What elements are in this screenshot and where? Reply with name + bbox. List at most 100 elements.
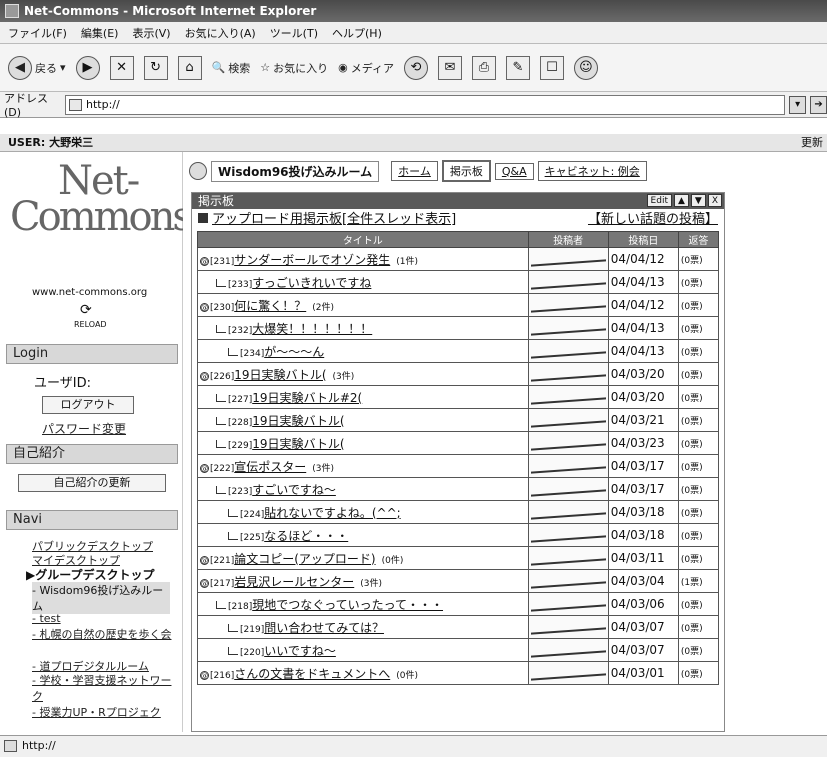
tab-bulletin-board[interactable]: 掲示板 — [441, 160, 491, 182]
panel-down-icon[interactable]: ▼ — [690, 194, 706, 207]
navi-sapporo-nature[interactable]: - 札幌の自然の歴史を歩く会 — [32, 626, 172, 642]
menu-file[interactable]: ファイル(F) — [8, 25, 67, 41]
title-cell[interactable]: @ [217]岩見沢レールセンター (3件) — [197, 569, 529, 593]
title-cell[interactable]: @ [226]19日実験バトル((3件) — [197, 362, 529, 386]
mail-icon[interactable]: ✉ — [437, 55, 462, 80]
post-title[interactable]: 19日実験バトル( — [252, 414, 344, 428]
navi-test[interactable]: - test — [32, 612, 61, 625]
navi-jugyoryoku[interactable]: - 授業力UP・Rプロジェク — [32, 704, 161, 720]
new-topic-link[interactable]: 【新しい話題の投稿】 — [588, 209, 718, 231]
title-cell[interactable]: @ [222]宣伝ポスター (3件) — [197, 454, 529, 478]
search-button[interactable]: 🔍 検索 — [212, 60, 251, 76]
table-row[interactable]: [232]大爆笑！！！！！！！ 04/04/13 (0票) — [197, 316, 720, 340]
table-row[interactable]: @ [230]何に驚く！？ (2件) 04/04/12 (0票) — [197, 293, 720, 317]
discuss-icon[interactable]: ☐ — [539, 55, 564, 80]
post-title[interactable]: 19日実験バトル#2( — [252, 391, 362, 405]
forward-arrow-icon[interactable]: ▶ — [75, 55, 100, 80]
post-title[interactable]: 論文コピー(アップロード) — [234, 552, 375, 566]
back-button[interactable]: ◀ 戻る ▾ — [8, 55, 66, 80]
post-title[interactable]: なるほど・・・ — [264, 529, 348, 543]
navi-wisdom96[interactable]: - Wisdom96投げ込みルーム — [32, 582, 170, 614]
password-change-link[interactable]: パスワード変更 — [42, 420, 126, 437]
title-cell[interactable]: [218]現地でつなぐっていったって・・・ — [197, 592, 529, 616]
title-cell[interactable]: @ [231]サンダーボールでオゾン発生 (1件) — [197, 247, 529, 271]
post-title[interactable]: 大爆笑！！！！！！！ — [252, 322, 372, 336]
menu-tools[interactable]: ツール(T) — [270, 25, 318, 41]
address-dropdown-button[interactable]: ▾ — [789, 95, 807, 114]
post-title[interactable]: 19日実験バトル( — [234, 368, 326, 382]
title-cell[interactable]: [229]19日実験バトル( — [197, 431, 529, 455]
go-button[interactable]: ➔ — [810, 95, 827, 114]
post-title[interactable]: サンダーボールでオゾン発生 — [234, 253, 390, 267]
post-title[interactable]: いいですね～ — [264, 644, 336, 658]
post-title[interactable]: 貼れないですよね。(^^; — [264, 506, 400, 520]
post-title[interactable]: 岩見沢レールセンター — [234, 575, 354, 589]
table-row[interactable]: @ [217]岩見沢レールセンター (3件) 04/03/04 (1票) — [197, 569, 720, 593]
address-input[interactable]: http:// — [65, 94, 786, 115]
menu-edit[interactable]: 編集(E) — [81, 25, 119, 41]
post-title[interactable]: 問い合わせてみては？ — [264, 621, 384, 635]
site-url[interactable]: www.net-commons.org — [32, 287, 147, 298]
media-button[interactable]: ◉ メディア — [338, 60, 394, 76]
title-cell[interactable]: [224]貼れないですよね。(^^; — [197, 500, 529, 524]
table-row[interactable]: [229]19日実験バトル(04/03/23 (0票) — [197, 431, 720, 455]
table-row[interactable]: [224]貼れないですよね。(^^; 04/03/18 (0票) — [197, 500, 720, 524]
table-row[interactable]: [218]現地でつなぐっていったって・・・ 04/03/06 (0票) — [197, 592, 720, 616]
post-title[interactable]: が～～～ん — [264, 345, 324, 359]
home-icon[interactable]: ⌂ — [177, 55, 202, 80]
tab-home[interactable]: ホーム — [391, 161, 438, 181]
title-cell[interactable]: [223]すごいですね～ — [197, 477, 529, 501]
table-row[interactable]: [223]すごいですね～ 04/03/17 (0票) — [197, 477, 720, 501]
profile-update-button[interactable]: 自己紹介の更新 — [18, 474, 166, 492]
table-row[interactable]: @ [221]論文コピー(アップロード) (0件) 04/03/11 (0票) — [197, 546, 720, 570]
print-icon[interactable]: ⎙ — [471, 55, 496, 80]
title-cell[interactable]: [220]いいですね～ — [197, 638, 529, 662]
messenger-icon[interactable]: ☺ — [573, 55, 598, 80]
table-row[interactable]: [228]19日実験バトル(04/03/21 (0票) — [197, 408, 720, 432]
refresh-icon[interactable]: ↻ — [143, 55, 168, 80]
table-row[interactable]: @ [231]サンダーボールでオゾン発生 (1件) 04/04/12 (0票) — [197, 247, 720, 271]
table-row[interactable]: [219]問い合わせてみては？ 04/03/07 (0票) — [197, 615, 720, 639]
table-row[interactable]: @ [222]宣伝ポスター (3件) 04/03/17 (0票) — [197, 454, 720, 478]
panel-close-icon[interactable]: X — [707, 194, 722, 207]
table-row[interactable]: [234]が～～～ん 04/04/13 (0票) — [197, 339, 720, 363]
navi-group-desktop[interactable]: ▶グループデスクトップ — [26, 566, 155, 583]
panel-edit-button[interactable]: Edit — [646, 194, 672, 207]
panel-up-icon[interactable]: ▲ — [673, 194, 689, 207]
post-title[interactable]: すごいですね～ — [252, 483, 336, 497]
reload-icon[interactable]: ⟳ — [80, 302, 92, 318]
menu-help[interactable]: ヘルプ(H) — [332, 25, 382, 41]
title-cell[interactable]: [225]なるほど・・・ — [197, 523, 529, 547]
post-title[interactable]: すっごいきれいですね — [252, 276, 371, 290]
stop-icon[interactable]: ✕ — [109, 55, 134, 80]
table-row[interactable]: [220]いいですね～ 04/03/07 (0票) — [197, 638, 720, 662]
menu-view[interactable]: 表示(V) — [132, 25, 170, 41]
title-cell[interactable]: [234]が～～～ん — [197, 339, 529, 363]
table-row[interactable]: [225]なるほど・・・ 04/03/18 (0票) — [197, 523, 720, 547]
title-cell[interactable]: @ [230]何に驚く！？ (2件) — [197, 293, 529, 317]
logout-button[interactable]: ログアウト — [42, 396, 134, 414]
post-title[interactable]: 現地でつなぐっていったって・・・ — [252, 598, 443, 612]
title-cell[interactable]: [227]19日実験バトル#2( — [197, 385, 529, 409]
post-title[interactable]: さんの文書をドキュメントへ — [234, 667, 390, 681]
board-title[interactable]: アップロード用掲示板[全件スレッド表示] — [212, 212, 456, 227]
title-cell[interactable]: @ [216]さんの文書をドキュメントへ (0件) — [197, 661, 529, 685]
edit-icon[interactable]: ✎ — [505, 55, 530, 80]
history-icon[interactable]: ⟲ — [403, 55, 428, 80]
update-link[interactable]: 更新 — [801, 134, 823, 152]
menu-favorites[interactable]: お気に入り(A) — [185, 25, 256, 41]
table-row[interactable]: @ [216]さんの文書をドキュメントへ (0件) 04/03/01 (0票) — [197, 661, 720, 685]
table-row[interactable]: @ [226]19日実験バトル((3件) 04/03/20 (0票) — [197, 362, 720, 386]
favorites-button[interactable]: ☆ お気に入り — [260, 60, 328, 76]
title-cell[interactable]: [233]すっごいきれいですね — [197, 270, 529, 294]
title-cell[interactable]: [219]問い合わせてみては？ — [197, 615, 529, 639]
title-cell[interactable]: @ [221]論文コピー(アップロード) (0件) — [197, 546, 529, 570]
post-title[interactable]: 何に驚く！？ — [234, 299, 306, 313]
table-row[interactable]: [233]すっごいきれいですね 04/04/13 (0票) — [197, 270, 720, 294]
title-cell[interactable]: [228]19日実験バトル( — [197, 408, 529, 432]
table-row[interactable]: [227]19日実験バトル#2(04/03/20 (0票) — [197, 385, 720, 409]
post-title[interactable]: 19日実験バトル( — [252, 437, 344, 451]
post-title[interactable]: 宣伝ポスター — [234, 460, 306, 474]
tab-qa[interactable]: Q&A — [494, 162, 534, 180]
tab-cabinet[interactable]: キャビネット: 例会 — [537, 161, 647, 181]
